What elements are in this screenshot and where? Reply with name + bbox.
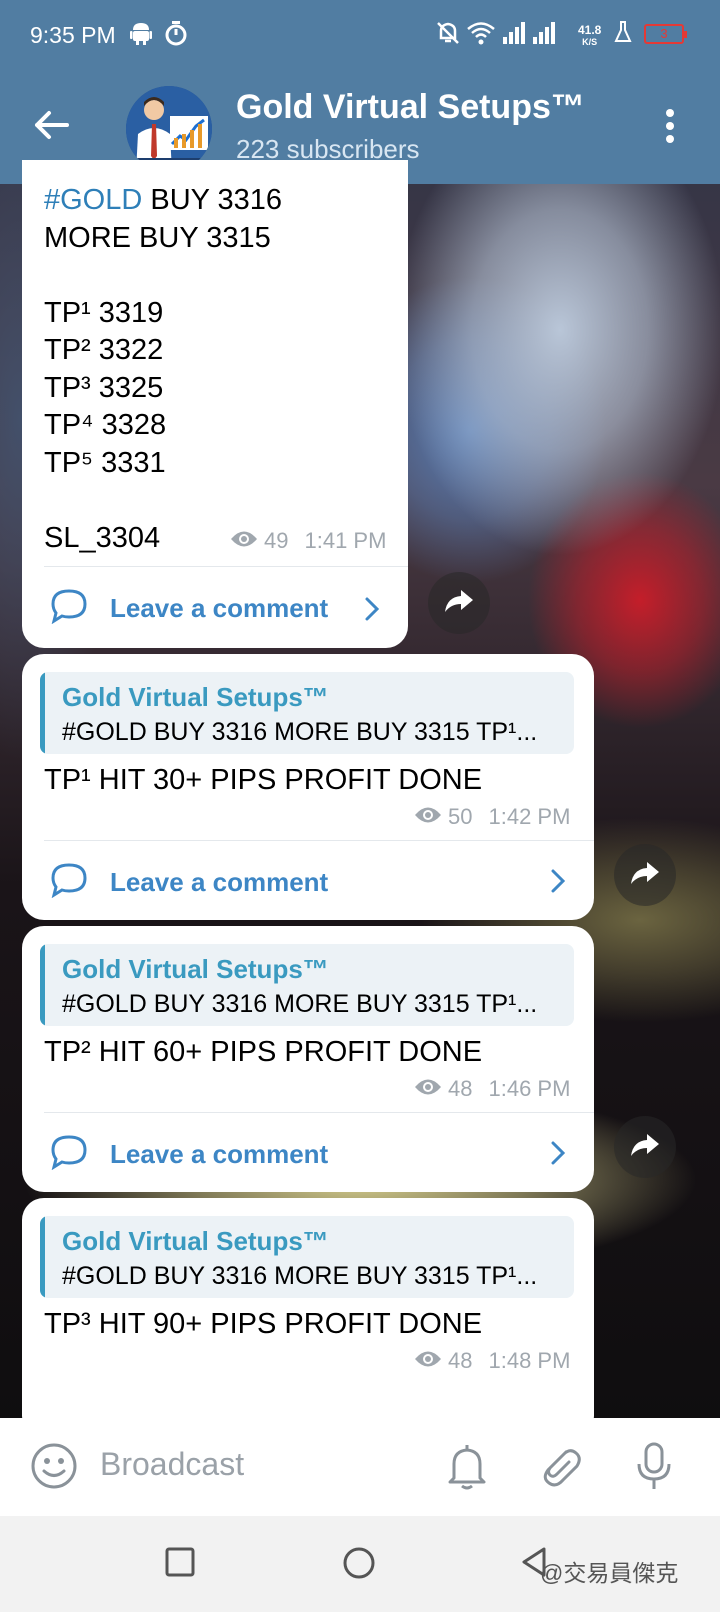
- bell-icon[interactable]: [446, 1442, 488, 1495]
- view-count: 49: [264, 528, 289, 553]
- chevron-right-icon: [550, 868, 566, 899]
- view-count: 48: [448, 1348, 473, 1373]
- message-bubble[interactable]: #GOLD BUY 3316 MORE BUY 3315 TP¹ 3319 TP…: [22, 160, 408, 648]
- net-speed-value: 41.8: [578, 23, 602, 37]
- timer-icon: [164, 20, 188, 51]
- view-count: 50: [448, 804, 473, 829]
- message-meta: 48 1:48 PM: [414, 1348, 570, 1374]
- eye-icon: [230, 528, 258, 554]
- system-nav-bar: @交易員傑克: [0, 1516, 720, 1612]
- message-bubble[interactable]: Gold Virtual Setups™ #GOLD BUY 3316 MORE…: [22, 1198, 594, 1438]
- chevron-right-icon: [550, 1140, 566, 1171]
- signal-icon: [502, 20, 526, 51]
- status-time: 9:35 PM: [30, 22, 116, 48]
- message-text: TP² HIT 60+ PIPS PROFIT DONE: [44, 1036, 483, 1068]
- message-text: TP³ HIT 90+ PIPS PROFIT DONE: [44, 1308, 483, 1340]
- leave-comment-button[interactable]: Leave a comment: [50, 588, 328, 629]
- message-text: #GOLD BUY 3316 MORE BUY 3315 TP¹ 3319 TP…: [44, 184, 283, 554]
- message-bubble[interactable]: Gold Virtual Setups™ #GOLD BUY 3316 MORE…: [22, 926, 594, 1192]
- more-options-icon[interactable]: [664, 108, 676, 149]
- channel-title[interactable]: Gold Virtual Setups™: [236, 88, 585, 127]
- broadcast-input[interactable]: Broadcast: [100, 1446, 244, 1483]
- reply-author: Gold Virtual Setups™: [62, 682, 329, 712]
- emoji-icon[interactable]: [30, 1442, 78, 1495]
- eye-icon: [414, 1348, 442, 1374]
- android-icon: [130, 20, 152, 51]
- message-time: 1:41 PM: [304, 528, 387, 553]
- reply-accent-bar: [40, 672, 45, 754]
- share-button[interactable]: [614, 1116, 676, 1178]
- divider: [44, 566, 408, 567]
- eye-icon: [414, 1076, 442, 1102]
- recents-square-icon[interactable]: [164, 1546, 196, 1583]
- message-time: 1:46 PM: [488, 1076, 571, 1101]
- message-time: 1:42 PM: [488, 804, 571, 829]
- hashtag-link[interactable]: #GOLD: [44, 184, 142, 216]
- share-arrow-icon: [629, 1132, 661, 1163]
- wifi-icon: [466, 20, 496, 51]
- message-time: 1:48 PM: [488, 1348, 571, 1373]
- comment-label: Leave a comment: [110, 1139, 329, 1169]
- reply-author: Gold Virtual Setups™: [62, 1226, 329, 1256]
- leave-comment-button[interactable]: Leave a comment: [50, 862, 328, 903]
- comment-label: Leave a comment: [110, 593, 329, 623]
- flask-icon: [614, 20, 632, 49]
- comment-icon: [50, 1134, 88, 1175]
- bell-off-icon: [436, 20, 460, 51]
- reply-preview[interactable]: Gold Virtual Setups™ #GOLD BUY 3316 MORE…: [40, 1216, 574, 1298]
- status-bar: 9:35 PM 41.8 K/S 3: [0, 0, 720, 72]
- comment-icon: [50, 862, 88, 903]
- reply-text: #GOLD BUY 3316 MORE BUY 3315 TP¹...: [62, 1262, 538, 1290]
- back-arrow-icon[interactable]: [34, 110, 70, 145]
- share-button[interactable]: [614, 844, 676, 906]
- battery-indicator: 3: [644, 24, 687, 44]
- share-arrow-icon: [443, 588, 475, 619]
- divider: [44, 840, 594, 841]
- view-count: 48: [448, 1076, 473, 1101]
- microphone-icon[interactable]: [636, 1442, 672, 1497]
- leave-comment-button[interactable]: Leave a comment: [50, 1134, 328, 1175]
- eye-icon: [414, 804, 442, 830]
- share-button[interactable]: [428, 572, 490, 634]
- message-text: TP¹ HIT 30+ PIPS PROFIT DONE: [44, 764, 483, 796]
- message-meta: 49 1:41 PM: [230, 528, 386, 554]
- reply-accent-bar: [40, 1216, 45, 1298]
- message-bubble[interactable]: Gold Virtual Setups™ #GOLD BUY 3316 MORE…: [22, 654, 594, 920]
- attach-icon[interactable]: [536, 1442, 582, 1495]
- reply-text: #GOLD BUY 3316 MORE BUY 3315 TP¹...: [62, 990, 538, 1018]
- net-speed: 41.8 K/S: [578, 23, 602, 48]
- reply-preview[interactable]: Gold Virtual Setups™ #GOLD BUY 3316 MORE…: [40, 944, 574, 1026]
- comment-icon: [50, 588, 88, 629]
- net-speed-unit: K/S: [582, 37, 598, 47]
- reply-preview[interactable]: Gold Virtual Setups™ #GOLD BUY 3316 MORE…: [40, 672, 574, 754]
- input-bar: Broadcast: [0, 1418, 720, 1516]
- comment-label: Leave a comment: [110, 867, 329, 897]
- reply-text: #GOLD BUY 3316 MORE BUY 3315 TP¹...: [62, 718, 538, 746]
- chevron-right-icon: [364, 596, 380, 627]
- home-circle-icon[interactable]: [342, 1546, 376, 1585]
- divider: [44, 1112, 594, 1113]
- message-meta: 50 1:42 PM: [414, 804, 570, 830]
- reply-accent-bar: [40, 944, 45, 1026]
- reply-author: Gold Virtual Setups™: [62, 954, 329, 984]
- signal-icon-2: [532, 20, 556, 51]
- share-arrow-icon: [629, 860, 661, 891]
- watermark-text: @交易員傑克: [540, 1560, 679, 1586]
- message-meta: 48 1:46 PM: [414, 1076, 570, 1102]
